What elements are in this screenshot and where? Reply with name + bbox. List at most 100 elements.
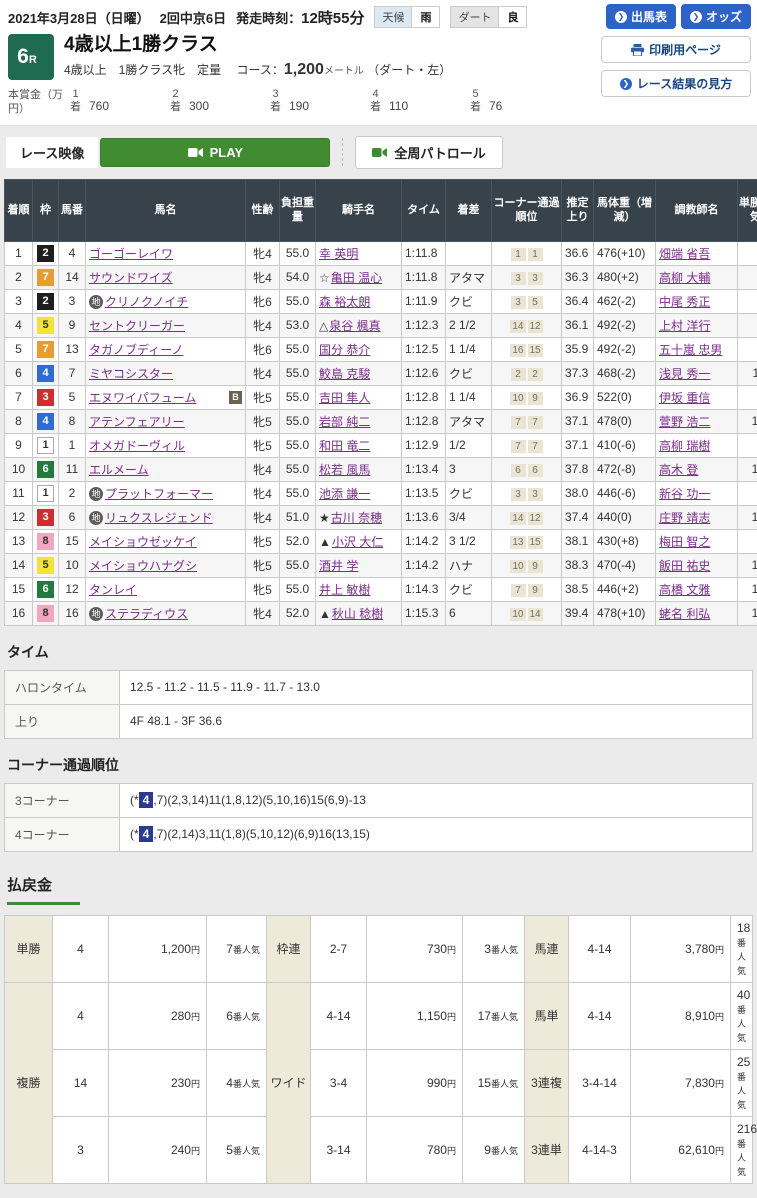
horse-name-link[interactable]: エルメーム <box>89 463 149 477</box>
corner4-position: 9 <box>528 392 543 405</box>
trainer-link[interactable]: 高橋 文雅 <box>659 583 710 597</box>
corner3-position: 6 <box>511 464 526 477</box>
sex-age: 牝5 <box>246 577 280 601</box>
corner4-position: 7 <box>528 440 543 453</box>
page-header: 2021年3月28日（日曜） 2回中京6日 発走時刻：12時55分 天候 雨 ダ… <box>0 0 757 126</box>
play-button[interactable]: PLAY <box>100 138 330 167</box>
horse-name-link[interactable]: タンレイ <box>89 583 137 597</box>
time-row-label: ハロンタイム <box>5 670 120 704</box>
corner3-position: 14 <box>510 512 525 525</box>
trainer-link[interactable]: 浅見 秀一 <box>659 367 710 381</box>
jockey-link[interactable]: 和田 竜二 <box>319 439 370 453</box>
jockey-link[interactable]: 秋山 稔樹 <box>332 607 383 621</box>
trainer-link[interactable]: 畑端 省吾 <box>659 247 710 261</box>
horse-name-link[interactable]: ゴーゴーレイワ <box>89 247 173 261</box>
payout-amount: 780円 <box>367 1116 463 1183</box>
frame-badge: 8 <box>37 605 54 622</box>
patrol-video-button[interactable]: 全周パトロール <box>355 136 502 169</box>
trainer-link[interactable]: 中尾 秀正 <box>659 295 710 309</box>
trainer-link[interactable]: 萱野 浩二 <box>659 415 710 429</box>
trainer-link[interactable]: 高柳 瑞樹 <box>659 439 710 453</box>
margin-cell: ハナ <box>446 553 492 577</box>
horse-name-cell: アテンフェアリー <box>86 409 246 433</box>
horse-name-link[interactable]: タガノブディーノ <box>89 343 183 357</box>
trainer-link[interactable]: 飯田 祐史 <box>659 559 710 573</box>
frame-cell: 7 <box>33 265 59 289</box>
finish-position: 6 <box>5 361 33 385</box>
horse-name-link[interactable]: オメガドーヴィル <box>89 439 185 453</box>
trainer-link[interactable]: 高柳 大輔 <box>659 271 710 285</box>
prize-rank: 1着 <box>70 88 81 114</box>
margin-cell: クビ <box>446 361 492 385</box>
entry-table-button[interactable]: ❯ 出馬表 <box>606 4 676 29</box>
horse-name-link[interactable]: サウンドワイズ <box>89 271 173 285</box>
bet-type-label: 単勝 <box>5 915 53 982</box>
horse-name-link[interactable]: アテンフェアリー <box>89 415 185 429</box>
corner-row: 4コーナー(*4,7)(2,14)3,11(1,8)(5,10,12)(6,9)… <box>5 817 753 851</box>
margin-cell: 1 1/4 <box>446 385 492 409</box>
apprentice-mark: ★ <box>319 511 330 525</box>
horse-name-link[interactable]: ステラディウス <box>105 607 188 621</box>
last-3f-cell: 35.9 <box>562 337 594 361</box>
horse-name-link[interactable]: メイショウハナグシ <box>89 559 197 573</box>
trainer-link[interactable]: 新谷 功一 <box>659 487 710 501</box>
horse-name-link[interactable]: エヌワイパフューム <box>89 391 196 405</box>
jockey-link[interactable]: 泉谷 楓真 <box>329 319 380 333</box>
jockey-link[interactable]: 亀田 温心 <box>331 271 382 285</box>
horse-number: 1 <box>59 433 86 457</box>
payout-amount: 1,150円 <box>367 982 463 1049</box>
trainer-link[interactable]: 伊坂 重信 <box>659 391 710 405</box>
horse-name-link[interactable]: セントクリーガー <box>89 319 185 333</box>
trainer-cell: 浅見 秀一 <box>656 361 738 385</box>
horse-number: 12 <box>59 577 86 601</box>
jockey-link[interactable]: 松若 風馬 <box>319 463 370 477</box>
last-3f-cell: 36.9 <box>562 385 594 409</box>
horse-name-link[interactable]: クリノクノイチ <box>105 295 188 309</box>
jockey-link[interactable]: 岩部 純二 <box>319 415 370 429</box>
payout-favorite: 7番人気 <box>207 915 267 982</box>
corner-row-label: 3コーナー <box>5 783 120 817</box>
apprentice-mark: ▲ <box>319 535 331 549</box>
jockey-link[interactable]: 井上 敏樹 <box>319 583 370 597</box>
result-guide-button[interactable]: ❯ レース結果の見方 <box>601 70 751 97</box>
payout-favorite: 6番人気 <box>207 982 267 1049</box>
jockey-link[interactable]: 国分 恭介 <box>319 343 370 357</box>
last-3f-cell: 37.3 <box>562 361 594 385</box>
jockey-cell: 吉田 隼人 <box>316 385 402 409</box>
jockey-link[interactable]: 幸 英明 <box>319 247 358 261</box>
horse-name-cell: 地リュクスレジェンド <box>86 505 246 529</box>
trainer-link[interactable]: 蛯名 利弘 <box>659 607 710 621</box>
horse-name-cell: ゴーゴーレイワ <box>86 241 246 265</box>
odds-button[interactable]: ❯ オッズ <box>681 4 751 29</box>
jockey-link[interactable]: 森 裕太朗 <box>319 295 370 309</box>
time-cell: 1:14.2 <box>402 553 446 577</box>
frame-cell: 8 <box>33 529 59 553</box>
corner3-position: 16 <box>510 344 525 357</box>
last-3f-cell: 37.8 <box>562 457 594 481</box>
payout-combination: 3-4 <box>311 1049 367 1116</box>
horse-name-link[interactable]: プラットフォーマー <box>105 487 213 501</box>
jockey-link[interactable]: 小沢 大仁 <box>332 535 383 549</box>
jockey-link[interactable]: 鮫島 克駿 <box>319 367 370 381</box>
trainer-link[interactable]: 庄野 靖志 <box>659 511 710 525</box>
jockey-link[interactable]: 古川 奈穂 <box>331 511 382 525</box>
horse-name-link[interactable]: リュクスレジェンド <box>105 511 213 525</box>
corner-row-value: (*4,7)(2,14)3,11(1,8)(5,10,12)(6,9)16(13… <box>120 817 753 851</box>
horse-name-link[interactable]: ミヤコシスター <box>89 367 173 381</box>
jockey-link[interactable]: 吉田 隼人 <box>319 391 370 405</box>
trainer-link[interactable]: 五十嵐 忠男 <box>659 343 722 357</box>
bet-type-label: 枠連 <box>267 915 311 982</box>
trainer-link[interactable]: 高木 登 <box>659 463 698 477</box>
jockey-link[interactable]: 酒井 学 <box>319 559 358 573</box>
trainer-link[interactable]: 梅田 智之 <box>659 535 710 549</box>
print-page-button[interactable]: 印刷用ページ <box>601 36 751 63</box>
bet-type-label: 3連複 <box>525 1049 569 1116</box>
last-3f-cell: 38.5 <box>562 577 594 601</box>
payout-favorite: 9番人気 <box>463 1116 525 1183</box>
frame-badge: 4 <box>37 365 54 382</box>
last-3f-cell: 38.1 <box>562 529 594 553</box>
last-3f-cell: 37.4 <box>562 505 594 529</box>
jockey-link[interactable]: 池添 謙一 <box>319 487 370 501</box>
trainer-link[interactable]: 上村 洋行 <box>659 319 710 333</box>
horse-name-link[interactable]: メイショウゼッケイ <box>89 535 197 549</box>
